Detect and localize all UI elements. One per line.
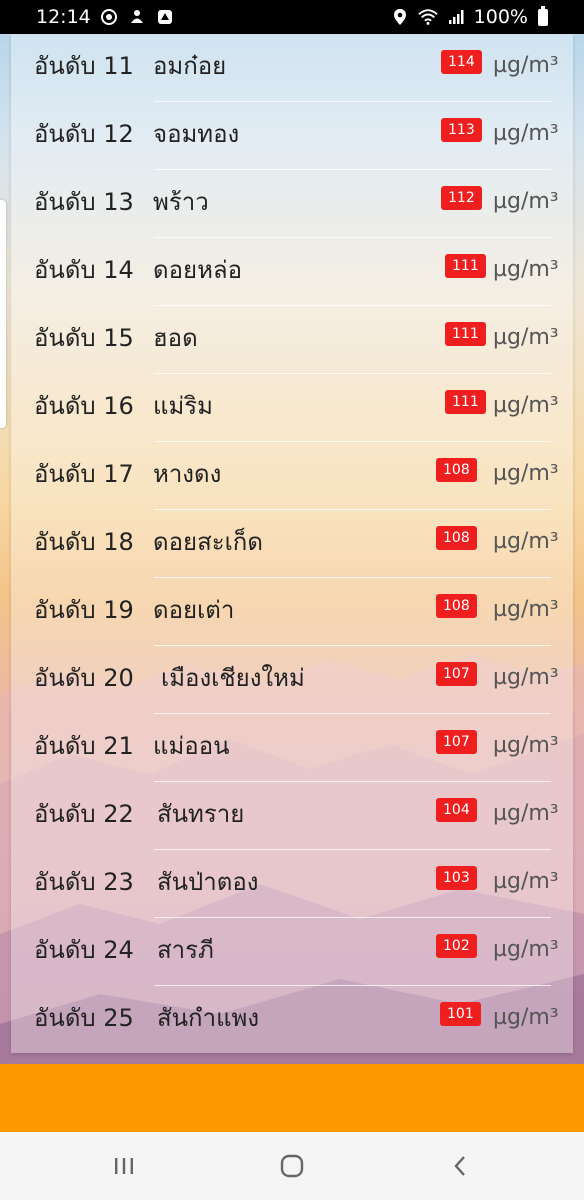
rank-label: อันดับ 25 bbox=[34, 1004, 134, 1032]
list-item[interactable]: อันดับ 15 ฮอด 111 µg/m³ bbox=[11, 306, 573, 374]
list-item[interactable]: อันดับ 11 อมก๋อย 114 µg/m³ bbox=[11, 34, 573, 102]
district-name: พร้าว bbox=[153, 188, 209, 216]
home-button[interactable] bbox=[262, 1146, 322, 1186]
pm25-value-badge: 107 bbox=[436, 730, 477, 754]
pm25-value-badge: 112 bbox=[441, 186, 482, 210]
pm25-value-badge: 108 bbox=[436, 526, 477, 550]
unit-label: µg/m³ bbox=[493, 393, 559, 418]
pm25-value-badge: 108 bbox=[436, 594, 477, 618]
location-icon bbox=[390, 7, 410, 27]
district-name: จอมทอง bbox=[153, 120, 240, 148]
district-name: ฮอด bbox=[153, 324, 198, 352]
side-drawer-handle[interactable] bbox=[0, 200, 6, 428]
rank-label: อันดับ 23 bbox=[34, 868, 134, 896]
unit-label: µg/m³ bbox=[493, 597, 559, 622]
district-name: ดอยสะเก็ด bbox=[153, 528, 263, 556]
pm25-value-badge: 101 bbox=[440, 1002, 481, 1026]
back-icon bbox=[454, 1156, 465, 1176]
unit-label: µg/m³ bbox=[493, 733, 559, 758]
navigation-bar bbox=[0, 1132, 584, 1200]
pm25-value-badge: 111 bbox=[445, 390, 486, 414]
bottom-banner bbox=[0, 1064, 584, 1132]
unit-label: µg/m³ bbox=[493, 53, 559, 78]
status-bar-right: 100% bbox=[390, 5, 548, 28]
district-name: สันป่าตอง bbox=[157, 868, 259, 896]
back-button[interactable] bbox=[430, 1146, 490, 1186]
pm25-value-badge: 108 bbox=[436, 458, 477, 482]
rank-label: อันดับ 13 bbox=[34, 188, 134, 216]
unit-label: µg/m³ bbox=[493, 665, 559, 690]
home-icon bbox=[280, 1154, 304, 1178]
district-name: สันกำแพง bbox=[157, 1004, 260, 1032]
rank-label: อันดับ 15 bbox=[34, 324, 134, 352]
rank-label: อันดับ 14 bbox=[34, 256, 134, 284]
district-name: สารภี bbox=[157, 936, 214, 964]
rank-label: อันดับ 22 bbox=[34, 800, 134, 828]
ranking-list: อันดับ 11 อมก๋อย 114 µg/m³ อันดับ 12 จอม… bbox=[11, 34, 573, 1053]
district-name: แม่ออน bbox=[153, 732, 230, 760]
list-item[interactable]: อันดับ 17 หางดง 108 µg/m³ bbox=[11, 442, 573, 510]
unit-label: µg/m³ bbox=[493, 869, 559, 894]
unit-label: µg/m³ bbox=[493, 529, 559, 554]
list-item[interactable]: อันดับ 13 พร้าว 112 µg/m³ bbox=[11, 170, 573, 238]
pm25-value-badge: 111 bbox=[445, 322, 486, 346]
rank-label: อันดับ 18 bbox=[34, 528, 134, 556]
list-item[interactable]: อันดับ 16 แม่ริม 111 µg/m³ bbox=[11, 374, 573, 442]
district-name: หางดง bbox=[153, 460, 222, 488]
unit-label: µg/m³ bbox=[493, 257, 559, 282]
list-item[interactable]: อันดับ 25 สันกำแพง 101 µg/m³ bbox=[11, 986, 573, 1054]
list-item[interactable]: อันดับ 12 จอมทอง 113 µg/m³ bbox=[11, 102, 573, 170]
rank-label: อันดับ 16 bbox=[34, 392, 134, 420]
pm25-value-badge: 107 bbox=[436, 662, 477, 686]
target-icon bbox=[99, 7, 119, 27]
list-item[interactable]: อันดับ 19 ดอยเต่า 108 µg/m³ bbox=[11, 578, 573, 646]
district-name: ดอยหล่อ bbox=[153, 256, 243, 284]
status-bar: 12:14 100% bbox=[0, 0, 584, 34]
rank-label: อันดับ 20 bbox=[34, 664, 134, 692]
district-name: แม่ริม bbox=[153, 392, 213, 420]
rank-label: อันดับ 12 bbox=[34, 120, 134, 148]
status-bar-left: 12:14 bbox=[36, 6, 175, 28]
list-item[interactable]: อันดับ 21 แม่ออน 107 µg/m³ bbox=[11, 714, 573, 782]
list-item[interactable]: อันดับ 20 เมืองเชียงใหม่ 107 µg/m³ bbox=[11, 646, 573, 714]
pm25-value-badge: 111 bbox=[445, 254, 486, 278]
list-item[interactable]: อันดับ 23 สันป่าตอง 103 µg/m³ bbox=[11, 850, 573, 918]
rank-label: อันดับ 19 bbox=[34, 596, 134, 624]
rank-label: อันดับ 21 bbox=[34, 732, 134, 760]
list-item[interactable]: อันดับ 22 สันทราย 104 µg/m³ bbox=[11, 782, 573, 850]
district-name: เมืองเชียงใหม่ bbox=[161, 664, 305, 692]
signal-icon bbox=[446, 7, 466, 27]
pm25-value-badge: 114 bbox=[441, 50, 482, 74]
unit-label: µg/m³ bbox=[493, 1005, 559, 1030]
recent-apps-icon bbox=[115, 1158, 133, 1174]
pm25-value-badge: 104 bbox=[436, 798, 477, 822]
app-icon bbox=[155, 7, 175, 27]
unit-label: µg/m³ bbox=[493, 801, 559, 826]
recent-apps-button[interactable] bbox=[94, 1146, 154, 1186]
unit-label: µg/m³ bbox=[493, 461, 559, 486]
unit-label: µg/m³ bbox=[493, 325, 559, 350]
district-name: สันทราย bbox=[157, 800, 245, 828]
pm25-value-badge: 103 bbox=[436, 866, 477, 890]
rank-label: อันดับ 24 bbox=[34, 936, 134, 964]
district-name: ดอยเต่า bbox=[153, 596, 235, 624]
clock: 12:14 bbox=[36, 6, 91, 28]
pm25-value-badge: 113 bbox=[441, 118, 482, 142]
list-item[interactable]: อันดับ 14 ดอยหล่อ 111 µg/m³ bbox=[11, 238, 573, 306]
unit-label: µg/m³ bbox=[493, 937, 559, 962]
unit-label: µg/m³ bbox=[493, 189, 559, 214]
wifi-icon bbox=[417, 7, 438, 27]
list-item[interactable]: อันดับ 18 ดอยสะเก็ด 108 µg/m³ bbox=[11, 510, 573, 578]
rank-label: อันดับ 11 bbox=[34, 52, 134, 80]
battery-icon bbox=[538, 5, 548, 26]
district-name: อมก๋อย bbox=[153, 52, 227, 80]
list-item[interactable]: อันดับ 24 สารภี 102 µg/m³ bbox=[11, 918, 573, 986]
unit-label: µg/m³ bbox=[493, 121, 559, 146]
notification-icon bbox=[127, 7, 147, 27]
battery-percent: 100% bbox=[473, 6, 528, 28]
rank-label: อันดับ 17 bbox=[34, 460, 134, 488]
pm25-value-badge: 102 bbox=[436, 934, 477, 958]
